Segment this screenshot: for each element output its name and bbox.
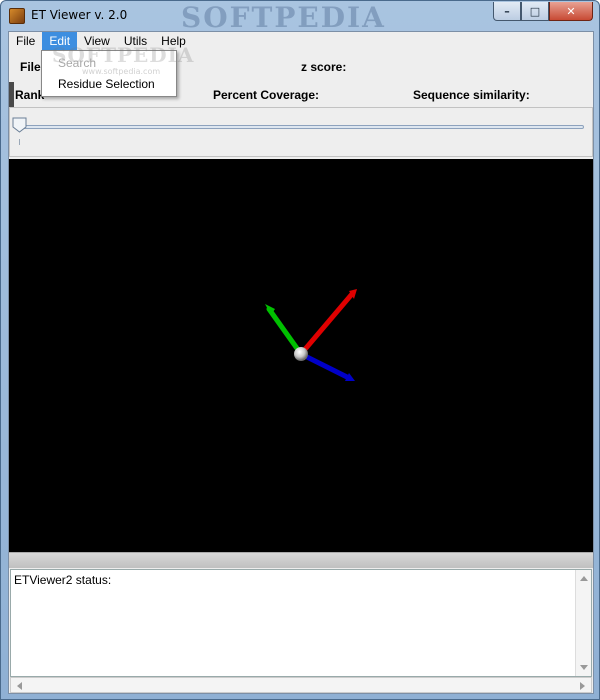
watermark: SOFTPEDIA [181, 1, 386, 34]
menu-item-residue-selection[interactable]: Residue Selection [58, 77, 155, 91]
edit-menu-dropdown: SOFTPEDIA www.softpedia.com Search Resid… [41, 43, 193, 97]
y-axis-arrow [265, 304, 304, 357]
coverage-label: Percent Coverage: [213, 88, 320, 102]
close-button[interactable]: ✕ [549, 2, 593, 21]
split-divider[interactable] [9, 552, 593, 568]
scroll-down-icon[interactable] [580, 665, 588, 670]
slider-tick [19, 139, 20, 145]
file-label: File [20, 60, 41, 74]
client-area: File Edit View Utils Help File z score: … [8, 31, 594, 694]
scroll-right-icon[interactable] [580, 682, 585, 690]
slider-thumb-icon[interactable] [12, 117, 27, 133]
minimize-icon: – [504, 4, 510, 18]
rank-slider-panel [9, 107, 593, 157]
z-axis-arrow [298, 351, 355, 381]
close-icon: ✕ [566, 4, 576, 18]
status-panel[interactable]: ETViewer2 status: [10, 569, 592, 677]
status-text: ETViewer2 status: [14, 573, 112, 587]
zscore-label: z score: [301, 60, 347, 74]
rank-label: Rank [15, 88, 45, 102]
scroll-left-icon[interactable] [17, 682, 22, 690]
minimize-button[interactable]: – [493, 2, 521, 21]
maximize-icon: □ [529, 4, 541, 18]
window-title: ET Viewer v. 2.0 [31, 8, 128, 22]
app-icon[interactable] [9, 8, 25, 24]
origin-sphere [294, 347, 308, 361]
menu-file[interactable]: File [9, 32, 42, 52]
title-bar[interactable]: ET Viewer v. 2.0 SOFTPEDIA – □ ✕ [1, 1, 599, 34]
structure-viewport[interactable] [9, 159, 593, 552]
scroll-up-icon[interactable] [580, 576, 588, 581]
x-axis-arrow [298, 289, 357, 357]
similarity-label: Sequence similarity: [413, 88, 530, 102]
status-vertical-scrollbar[interactable] [575, 570, 591, 676]
rank-slider-track[interactable] [20, 125, 584, 129]
axes-gizmo [265, 289, 357, 381]
app-window: ET Viewer v. 2.0 SOFTPEDIA – □ ✕ File Ed… [0, 0, 600, 700]
maximize-button[interactable]: □ [521, 2, 549, 21]
menu-item-search[interactable]: Search [58, 56, 96, 70]
status-horizontal-scrollbar[interactable] [10, 677, 592, 693]
